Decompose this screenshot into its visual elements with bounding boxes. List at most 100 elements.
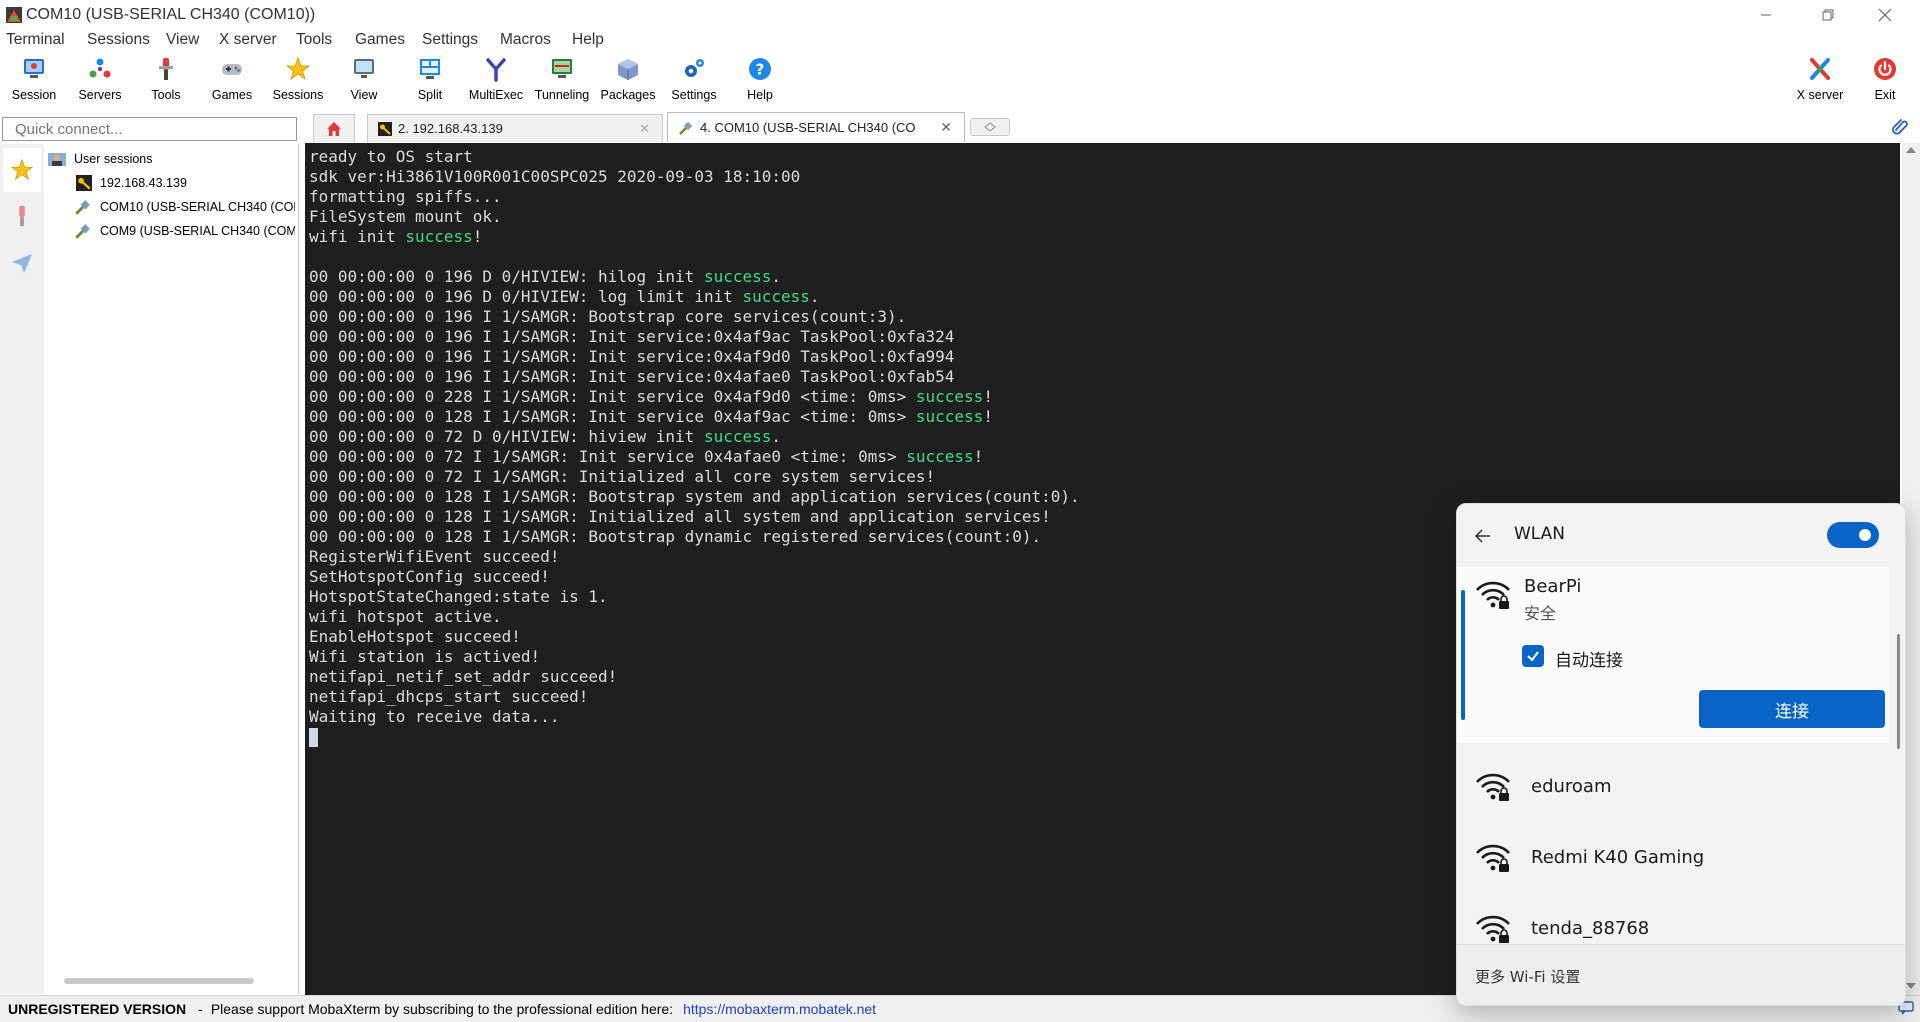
arrow-left-icon	[1474, 529, 1490, 543]
success-text: success	[742, 287, 810, 306]
multiexec-label: MultiExec	[468, 88, 524, 102]
new-tab-button[interactable]	[970, 118, 1010, 136]
quick-connect-input[interactable]	[2, 117, 297, 141]
network-item[interactable]: eduroam	[1457, 751, 1889, 821]
sessions-button[interactable]: Sessions	[265, 54, 331, 110]
restore-icon	[1822, 9, 1834, 21]
line-text: .	[771, 267, 782, 286]
tab-close-icon[interactable]: ✕	[940, 119, 952, 136]
toggle-knob	[1859, 529, 1871, 541]
terminal-line: wifi init success!	[309, 227, 1080, 247]
sessions-horizontal-scrollbar[interactable]	[64, 978, 254, 984]
games-button[interactable]: Games	[199, 54, 265, 110]
menu-sessions[interactable]: Sessions	[87, 31, 150, 49]
wlan-scrollbar[interactable]	[1897, 634, 1900, 749]
network-security: 安全	[1524, 604, 1557, 623]
games-label: Games	[211, 88, 253, 102]
terminal-line: ready to OS start	[309, 147, 1080, 167]
terminal-line: Waiting to receive data...	[309, 707, 1080, 727]
serial-plug-icon	[73, 198, 93, 216]
back-button[interactable]	[1473, 526, 1497, 550]
star-icon	[285, 56, 311, 81]
menu-help[interactable]: Help	[572, 31, 604, 49]
terminal-line: 00 00:00:00 0 196 I 1/SAMGR: Init servic…	[309, 367, 1080, 387]
auto-connect-label: 自动连接	[1555, 651, 1623, 671]
menu-games[interactable]: Games	[355, 31, 405, 49]
success-text: success	[703, 427, 772, 446]
user-sessions-folder[interactable]: User sessions	[74, 152, 153, 166]
terminal-line	[309, 247, 1080, 267]
help-button[interactable]: ? Help	[727, 54, 793, 110]
menu-tools[interactable]: Tools	[296, 31, 332, 49]
tab-label: 4. COM10 (USB-SERIAL CH340 (CO	[700, 120, 916, 135]
terminal-line: 00 00:00:00 0 228 I 1/SAMGR: Init servic…	[309, 387, 1080, 407]
line-text: !	[973, 447, 984, 466]
line-text: wifi hotspot active.	[309, 607, 502, 626]
connect-button[interactable]: 连接	[1699, 690, 1885, 728]
power-icon	[1874, 58, 1896, 80]
line-text: SetHotspotConfig succeed!	[309, 567, 550, 586]
help-label: Help	[747, 88, 773, 102]
tab-close-icon[interactable]: ✕	[639, 121, 650, 137]
line-text: wifi init	[309, 227, 406, 246]
menu-view[interactable]: View	[166, 31, 199, 49]
x-server-button[interactable]: X server	[1787, 54, 1853, 110]
split-button[interactable]: Split	[397, 54, 463, 110]
support-message: Please support MobaXterm by subscribing …	[210, 1001, 674, 1017]
tools-icon	[19, 205, 25, 227]
terminal-line: RegisterWifiEvent succeed!	[309, 547, 1080, 567]
mobaxterm-link[interactable]: https://mobaxterm.mobatek.net	[683, 1001, 876, 1017]
packages-button[interactable]: Packages	[595, 54, 661, 110]
terminal-line: 00 00:00:00 0 72 I 1/SAMGR: Init service…	[309, 447, 1080, 467]
network-name: eduroam	[1531, 775, 1612, 797]
macros-strip-button[interactable]	[3, 241, 41, 285]
line-text: 00 00:00:00 0 196 D 0/HIVIEW: hilog init	[309, 267, 704, 286]
menu-settings[interactable]: Settings	[422, 31, 478, 49]
sessions-strip-button[interactable]	[3, 148, 41, 192]
terminal-line: 00 00:00:00 0 128 I 1/SAMGR: Bootstrap s…	[309, 487, 1080, 507]
servers-icon	[89, 58, 111, 78]
line-text: !	[472, 227, 483, 246]
line-text: FileSystem mount ok.	[309, 207, 502, 226]
menu-macros[interactable]: Macros	[500, 31, 551, 49]
terminal-line: 00 00:00:00 0 196 I 1/SAMGR: Bootstrap c…	[309, 307, 1080, 327]
close-window-button[interactable]	[1862, 0, 1908, 30]
x-server-label: X server	[1796, 88, 1844, 102]
tools-strip-button[interactable]	[3, 194, 41, 238]
attach-button[interactable]	[1890, 116, 1910, 136]
serial-plug-icon	[679, 121, 693, 135]
multiexec-button[interactable]: MultiExec	[463, 54, 529, 110]
window-title: COM10 (USB-SERIAL CH340 (COM10))	[26, 6, 316, 23]
terminal-line: FileSystem mount ok.	[309, 207, 1080, 227]
session-item[interactable]: COM10 (USB-SERIAL CH340 (COM	[100, 200, 295, 214]
exit-button[interactable]: Exit	[1852, 54, 1918, 110]
gear-icon	[685, 59, 704, 77]
terminal-line: 00 00:00:00 0 128 I 1/SAMGR: Bootstrap d…	[309, 527, 1080, 547]
auto-connect-checkbox[interactable]	[1522, 645, 1544, 667]
more-wifi-settings-link[interactable]: 更多 Wi-Fi 设置	[1475, 966, 1580, 987]
wlan-toggle[interactable]	[1827, 522, 1879, 548]
wlan-flyout: WLAN BearPi 安全 自动连接 连接 eduroam Redmi K40…	[1456, 503, 1906, 1006]
session-item[interactable]: COM9 (USB-SERIAL CH340 (COM9	[100, 224, 295, 238]
gamepad-icon	[222, 64, 242, 75]
line-text: 00 00:00:00 0 196 I 1/SAMGR: Bootstrap c…	[309, 307, 907, 326]
menu-terminal[interactable]: Terminal	[6, 31, 65, 49]
tab-ssh-session[interactable]: 2. 192.168.43.139 ✕	[367, 114, 663, 142]
terminal-line: wifi hotspot active.	[309, 607, 1080, 627]
view-button[interactable]: View	[331, 54, 397, 110]
session-button[interactable]: Session	[1, 54, 67, 110]
tab-com10[interactable]: 4. COM10 (USB-SERIAL CH340 (CO ✕	[667, 112, 965, 142]
menu-x-server[interactable]: X server	[219, 31, 277, 49]
tunneling-button[interactable]: Tunneling	[529, 54, 595, 110]
restore-button[interactable]	[1805, 0, 1851, 30]
servers-button[interactable]: Servers	[67, 54, 133, 110]
line-text: 00 00:00:00 0 72 D 0/HIVIEW: hiview init	[309, 427, 704, 446]
tab-home[interactable]	[313, 114, 355, 142]
fork-icon	[486, 58, 506, 82]
wlan-title: WLAN	[1514, 524, 1566, 544]
network-item[interactable]: Redmi K40 Gaming	[1457, 822, 1889, 892]
session-item[interactable]: 192.168.43.139	[100, 176, 295, 190]
settings-button[interactable]: Settings	[661, 54, 727, 110]
minimize-button[interactable]	[1743, 0, 1789, 30]
tools-button[interactable]: Tools	[133, 54, 199, 110]
